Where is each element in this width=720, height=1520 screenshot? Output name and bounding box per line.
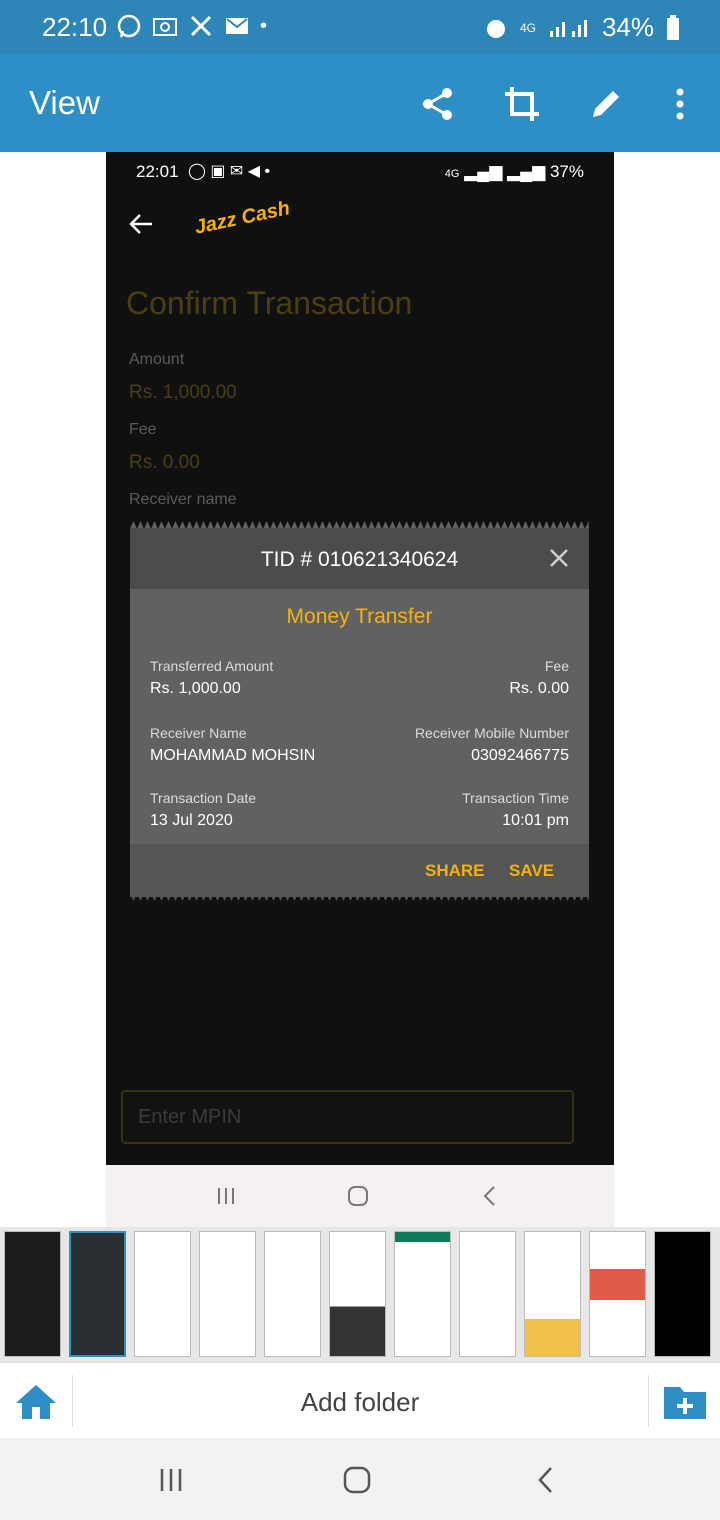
share-icon (423, 88, 452, 120)
signal-icon (549, 19, 587, 37)
inner-status-bar: 22:01 ◯ ▣ ✉ ◀ • 4G ▂▄▆ ▂▄▆ 37% (106, 152, 614, 192)
dot-icon: • (260, 14, 268, 37)
inner-network-type: 4G (444, 168, 460, 180)
recents-icon[interactable] (158, 1467, 184, 1493)
transaction-date-value: 13 Jul 2020 (150, 812, 233, 829)
transaction-receipt-dialog: TID # 010621340624 Money Transfer Transf… (130, 528, 589, 897)
jazzcash-logo: Jazz Cash (192, 197, 292, 239)
new-folder-icon[interactable] (662, 1383, 708, 1421)
thumbnail[interactable] (459, 1231, 516, 1357)
transaction-time-value: 10:01 pm (502, 812, 569, 829)
receipt-actions: SHARE SAVE (130, 844, 589, 897)
thumbnail[interactable] (589, 1231, 646, 1357)
share-button[interactable] (418, 84, 458, 124)
whatsapp-icon (117, 14, 141, 38)
notification-icons: • (116, 13, 267, 39)
recents-icon (218, 1188, 234, 1204)
status-bar: 22:10 • 4G 34% (0, 0, 720, 54)
close-icon[interactable] (547, 546, 571, 570)
thumbnail-strip (0, 1227, 720, 1362)
modal-fee-value: Rs. 0.00 (509, 680, 569, 697)
battery-percent: 34% (601, 12, 654, 42)
bottom-bar: Add folder (0, 1362, 720, 1438)
fee-value: Rs. 0.00 (129, 452, 200, 473)
thumbnail[interactable] (264, 1231, 321, 1357)
receipt-subtitle: Money Transfer (286, 605, 433, 628)
crop-button[interactable] (502, 84, 542, 124)
inner-battery-percent: 37% (549, 162, 584, 181)
mpin-input[interactable]: Enter MPIN (121, 1090, 574, 1144)
more-button[interactable] (660, 84, 700, 124)
thumbnail[interactable] (394, 1231, 451, 1357)
receiver-name-value: MOHAMMAD MOHSIN (150, 747, 316, 764)
save-receipt-button[interactable]: SAVE (509, 861, 554, 881)
thumbnail[interactable] (524, 1231, 581, 1357)
share-receipt-button[interactable]: SHARE (425, 861, 485, 881)
transaction-time-label: Transaction Time (462, 790, 569, 806)
amount-value: Rs. 1,000.00 (129, 382, 237, 403)
inner-navigation-bar (106, 1165, 614, 1227)
thumbnail[interactable] (654, 1231, 711, 1357)
status-time: 22:10 (42, 12, 108, 42)
transaction-date-label: Transaction Date (150, 790, 257, 806)
network-type: 4G (519, 20, 536, 35)
thumbnail[interactable] (329, 1231, 386, 1357)
alarm-icon (486, 19, 505, 38)
back-icon (483, 1186, 495, 1206)
thumbnail[interactable] (4, 1231, 61, 1357)
app-bar: View (0, 54, 720, 152)
mail-icon (226, 18, 248, 34)
screenshot-icon (153, 18, 177, 36)
back-icon[interactable] (536, 1465, 554, 1495)
page-title: View (29, 84, 100, 121)
system-navigation-bar (0, 1438, 720, 1520)
edit-button[interactable] (586, 84, 626, 124)
inner-status-right: 4G ▂▄▆ ▂▄▆ 37% (445, 162, 584, 182)
add-folder-label[interactable]: Add folder (0, 1387, 720, 1418)
transferred-amount-value: Rs. 1,000.00 (150, 680, 241, 697)
inner-status-time: 22:01 (136, 162, 179, 181)
thumbnail[interactable] (199, 1231, 256, 1357)
battery-icon (667, 14, 679, 40)
confirm-transaction-title: Confirm Transaction (126, 285, 413, 321)
thumbnail-selected[interactable] (69, 1231, 126, 1357)
receiver-name-label: Receiver name (129, 491, 237, 508)
fee-label: Fee (129, 421, 157, 438)
amount-label: Amount (129, 351, 185, 368)
transferred-amount-label: Transferred Amount (150, 658, 274, 674)
tools-icon (190, 15, 212, 37)
transaction-id: TID # 010621340624 (260, 548, 459, 571)
back-arrow-icon (129, 214, 152, 234)
modal-fee-label: Fee (544, 658, 569, 674)
inner-notification-icons: ◯ ▣ ✉ ◀ • (188, 163, 271, 180)
more-vert-icon (676, 88, 684, 120)
crop-icon (505, 87, 539, 121)
receiver-mobile-value: 03092466775 (471, 747, 569, 764)
receiver-name-label: Receiver Name (150, 725, 247, 741)
home-icon[interactable] (342, 1465, 372, 1495)
mpin-placeholder: Enter MPIN (138, 1106, 242, 1128)
pencil-icon (593, 91, 619, 117)
receiver-mobile-label: Receiver Mobile Number (414, 725, 569, 741)
receipt-header: TID # 010621340624 (130, 528, 589, 589)
inner-signal-icon: ▂▄▆ ▂▄▆ (464, 162, 546, 181)
thumbnail[interactable] (134, 1231, 191, 1357)
home-icon (348, 1186, 368, 1206)
